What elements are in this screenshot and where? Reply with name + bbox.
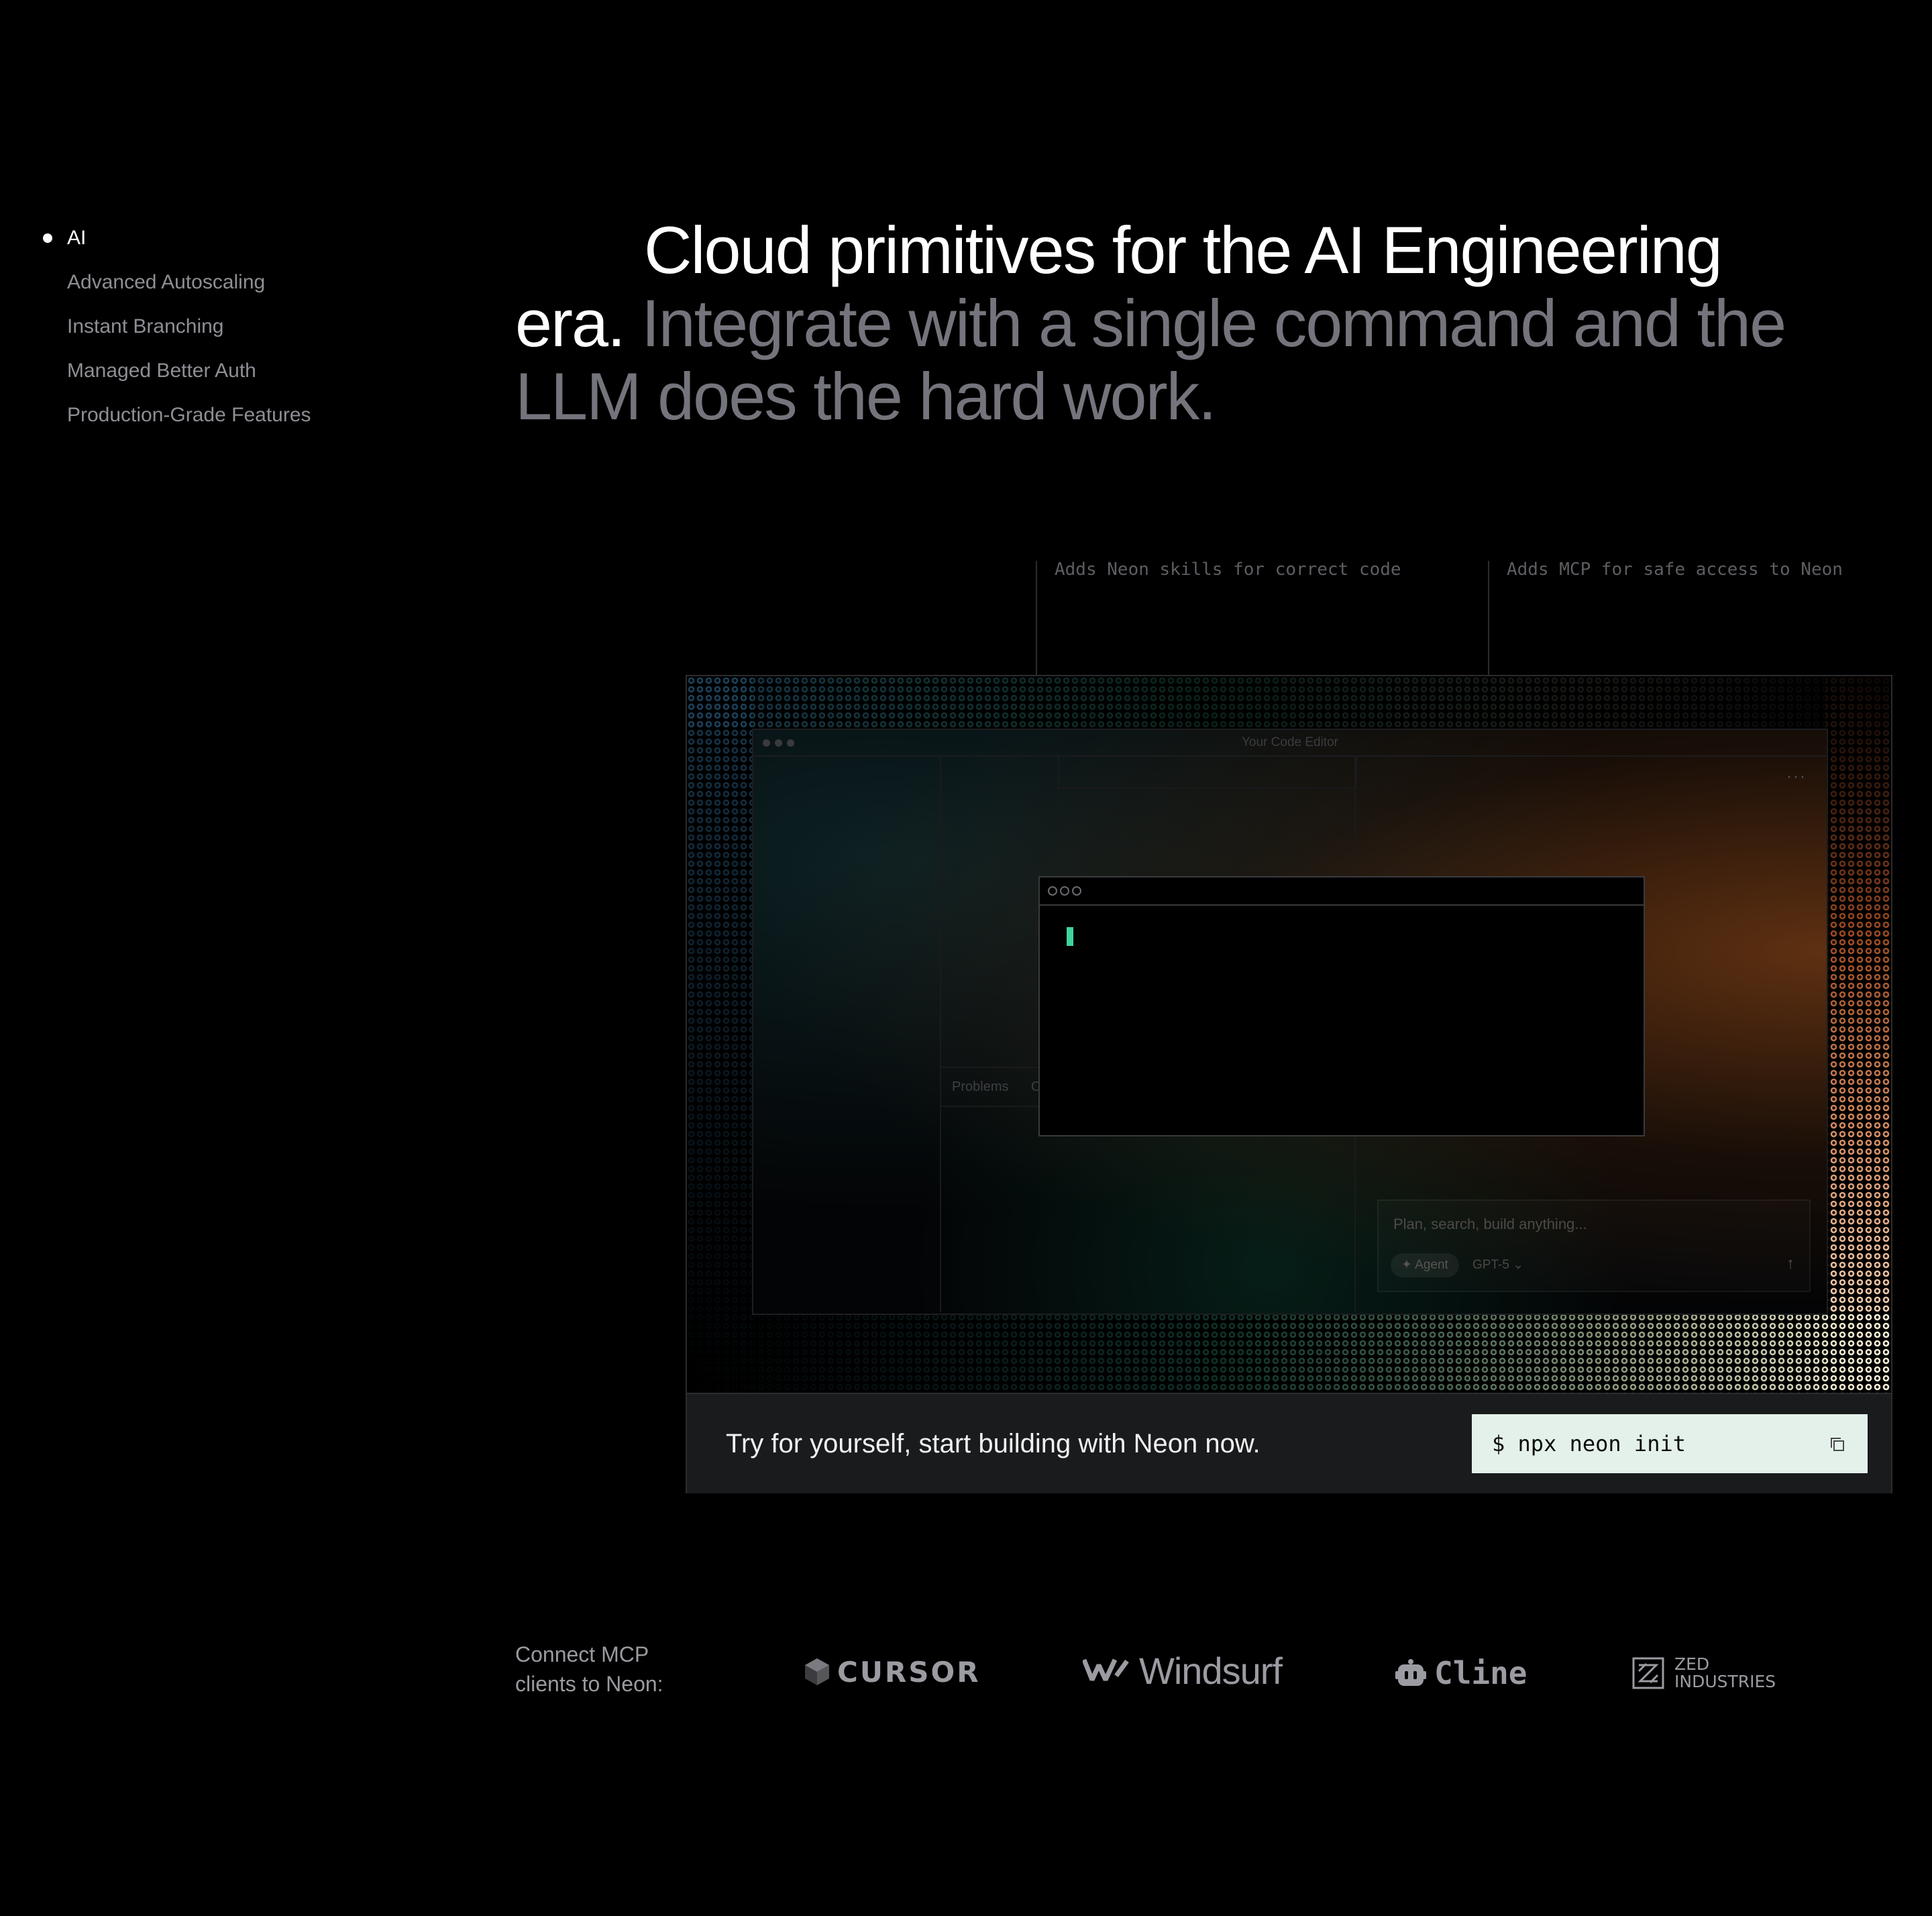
cline-robot-icon	[1395, 1659, 1426, 1686]
window-dot-icon	[1060, 886, 1069, 896]
chat-placeholder: Plan, search, build anything...	[1393, 1216, 1587, 1232]
windsurf-icon	[1083, 1658, 1129, 1681]
terminal-titlebar	[1040, 877, 1644, 906]
annotation-skills: Adds Neon skills for correct code	[1055, 560, 1401, 580]
editor-tab[interactable]	[1058, 757, 1357, 789]
nav-item-label: Managed Better Auth	[67, 360, 256, 382]
model-select[interactable]: GPT-5 ⌄	[1472, 1253, 1523, 1277]
connect-label-line: Connect MCP	[515, 1642, 649, 1666]
arrow-up-icon[interactable]: ↑	[1786, 1255, 1794, 1273]
model-label: GPT-5	[1472, 1258, 1509, 1272]
windsurf-wordmark: Windsurf	[1139, 1649, 1283, 1692]
window-dot-icon	[1072, 886, 1081, 896]
nav-item-instant-branching[interactable]: Instant Branching	[43, 305, 392, 349]
annotation-mcp: Adds MCP for safe access to Neon	[1507, 560, 1843, 580]
cline-logo[interactable]: Cline	[1395, 1653, 1527, 1693]
nav-item-advanced-autoscaling[interactable]: Advanced Autoscaling	[43, 260, 392, 305]
zed-industries-logo[interactable]: ZED INDUSTRIES	[1631, 1653, 1776, 1693]
annotation-connector-line	[1036, 561, 1037, 676]
terminal-window	[1038, 876, 1645, 1136]
nav-item-production-grade-features[interactable]: Production-Grade Features	[43, 393, 392, 437]
chevron-down-icon: ⌄	[1513, 1258, 1524, 1272]
editor-titlebar: Your Code Editor	[753, 730, 1827, 757]
cursor-wordmark: CURSOR	[837, 1655, 981, 1689]
copy-icon[interactable]	[1827, 1434, 1847, 1454]
cline-wordmark: Cline	[1434, 1655, 1527, 1691]
zed-wordmark-line: INDUSTRIES	[1674, 1672, 1776, 1691]
cta-bar: Try for yourself, start building with Ne…	[687, 1393, 1891, 1493]
editor-sidebar-divider	[940, 757, 941, 1312]
window-dot-icon	[1048, 886, 1057, 896]
active-bullet-icon	[43, 233, 52, 243]
nav-item-label: Production-Grade Features	[67, 404, 311, 426]
zed-wordmark-line: ZED	[1674, 1654, 1710, 1674]
nav-item-label: Advanced Autoscaling	[67, 271, 266, 293]
nav-item-label: AI	[67, 227, 87, 249]
page-headline: Cloud primitives for the AI Engineering …	[515, 213, 1817, 433]
terminal-cursor	[1067, 927, 1073, 946]
nav-item-label: Instant Branching	[67, 315, 224, 337]
cta-text: Try for yourself, start building with Ne…	[726, 1429, 1260, 1458]
windsurf-logo[interactable]: Windsurf	[1083, 1649, 1283, 1692]
zed-wordmark: ZED INDUSTRIES	[1674, 1656, 1776, 1691]
headline-secondary: Integrate with a single command and the …	[515, 286, 1786, 433]
zed-icon	[1632, 1657, 1664, 1689]
section-nav: AI Advanced Autoscaling Instant Branchin…	[43, 216, 392, 437]
connect-label-line: clients to Neon:	[515, 1672, 663, 1696]
nav-item-managed-better-auth[interactable]: Managed Better Auth	[43, 349, 392, 393]
tab-problems[interactable]: Problems	[952, 1068, 1008, 1106]
connect-mcp-label: Connect MCP clients to Neon:	[515, 1640, 663, 1699]
cursor-cube-icon	[805, 1658, 829, 1685]
sparkle-icon: ✦	[1401, 1258, 1415, 1272]
agent-chat-input[interactable]: Plan, search, build anything... ✦ Agent …	[1377, 1200, 1811, 1292]
editor-title: Your Code Editor	[1241, 735, 1338, 749]
agent-mode-label: Agent	[1415, 1258, 1448, 1272]
demo-panel: Your Code Editor Problems O ··· Plan, se…	[686, 675, 1892, 1493]
agent-mode-pill[interactable]: ✦ Agent	[1391, 1253, 1459, 1277]
command-snippet[interactable]: $ npx neon init	[1472, 1414, 1868, 1473]
command-text: $ npx neon init	[1492, 1431, 1686, 1456]
nav-item-ai[interactable]: AI	[43, 216, 392, 260]
more-options-icon[interactable]: ···	[1786, 767, 1807, 786]
cursor-logo[interactable]: CURSOR	[804, 1652, 981, 1692]
